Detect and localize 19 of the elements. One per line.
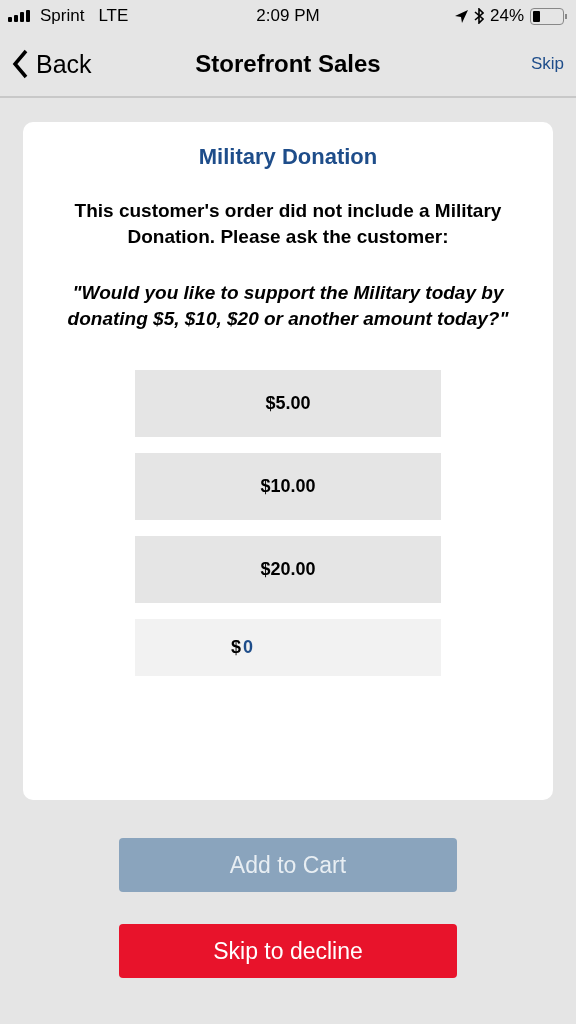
carrier: Sprint <box>40 6 85 26</box>
page-title: Storefront Sales <box>194 50 382 78</box>
amount-button[interactable]: $5.00 <box>135 370 441 437</box>
amount-button[interactable]: $20.00 <box>135 536 441 603</box>
amount-button[interactable]: $10.00 <box>135 453 441 520</box>
chevron-left-icon <box>12 49 28 79</box>
question-quote: "Would you like to support the Military today by donating $5, $10, $20 or another amount today?" <box>66 281 510 331</box>
battery-icon <box>530 7 568 25</box>
message: This customer's order did not include a Military Donation. Please ask the customer: <box>73 199 503 249</box>
network-type: LTE <box>98 6 129 26</box>
decline-button[interactable]: Skip to decline <box>119 924 457 978</box>
skip-link[interactable]: Skip <box>530 54 564 74</box>
clock: 2:09 PM <box>255 6 321 26</box>
battery-percent: 24% <box>489 6 524 26</box>
custom-amount-field[interactable]: $0 <box>135 619 441 676</box>
bluetooth-icon <box>473 8 484 24</box>
location-icon <box>454 9 468 23</box>
card-title: Military Donation <box>198 144 378 170</box>
back-button[interactable]: Back <box>12 49 92 79</box>
